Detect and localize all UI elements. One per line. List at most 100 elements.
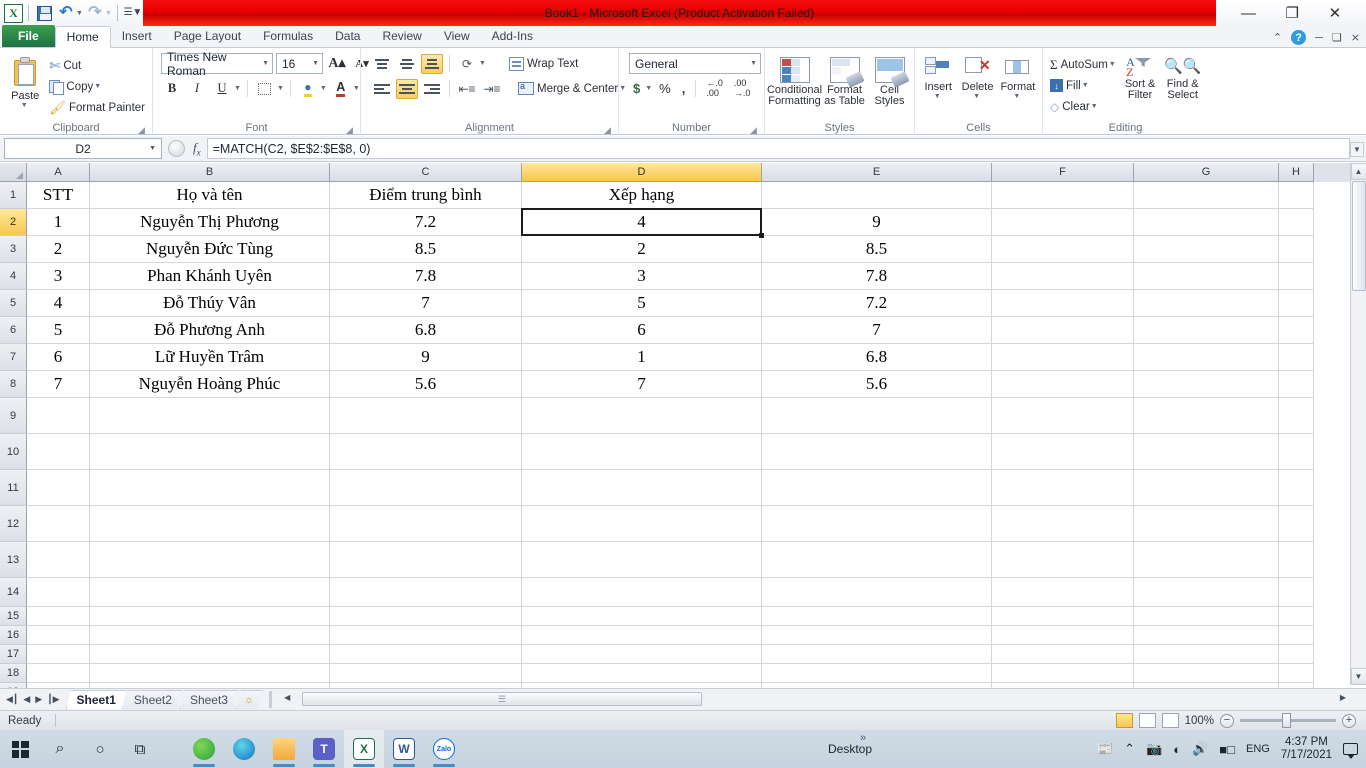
row-header-4[interactable]: 4: [0, 263, 27, 290]
bold-button[interactable]: B: [161, 78, 183, 99]
cell-B16[interactable]: [90, 626, 330, 645]
cell-H12[interactable]: [1279, 506, 1314, 542]
tab-home[interactable]: Home: [54, 26, 111, 48]
font-dialog-launcher[interactable]: ◢: [345, 126, 354, 135]
cell-E9[interactable]: [762, 398, 992, 434]
cell-E13[interactable]: [762, 542, 992, 578]
clear-button[interactable]: ◇ Clear ▼: [1047, 96, 1119, 117]
cell-D9[interactable]: [522, 398, 762, 434]
insert-worksheet-button[interactable]: ☼: [235, 690, 263, 710]
insert-function-icon[interactable]: fx: [193, 140, 201, 158]
cell-A2[interactable]: 1: [27, 209, 90, 236]
zoom-slider[interactable]: [1240, 713, 1336, 728]
column-header-g[interactable]: G: [1134, 163, 1279, 182]
undo-icon[interactable]: ↶: [56, 3, 76, 23]
vertical-scroll-thumb[interactable]: [1351, 181, 1366, 291]
cell-H6[interactable]: [1279, 317, 1314, 344]
cell-B11[interactable]: [90, 470, 330, 506]
cell-E3[interactable]: 8.5: [762, 236, 992, 263]
cell-C16[interactable]: [330, 626, 522, 645]
cell-C17[interactable]: [330, 645, 522, 664]
chevron-down-icon[interactable]: ▼: [149, 145, 156, 152]
cell-D10[interactable]: [522, 434, 762, 470]
cell-C15[interactable]: [330, 607, 522, 626]
copy-button[interactable]: Copy ▼: [46, 76, 148, 97]
cell-H9[interactable]: [1279, 398, 1314, 434]
undo-dropdown-icon[interactable]: ▼: [76, 10, 83, 17]
cell-C10[interactable]: [330, 434, 522, 470]
cell-G2[interactable]: [1134, 209, 1279, 236]
cell-D5[interactable]: 5: [522, 290, 762, 317]
insert-cells-button[interactable]: Insert ▼: [919, 55, 957, 100]
insert-dropdown-icon[interactable]: ▼: [934, 93, 941, 100]
tab-review[interactable]: Review: [371, 25, 432, 47]
cell-B14[interactable]: [90, 578, 330, 607]
taskbar-app-file-explorer[interactable]: [264, 730, 304, 768]
cell-F14[interactable]: [992, 578, 1134, 607]
redo-dropdown-icon[interactable]: ▼: [105, 10, 112, 17]
cell-B13[interactable]: [90, 542, 330, 578]
cell-F15[interactable]: [992, 607, 1134, 626]
scroll-down-button[interactable]: ▼: [1350, 668, 1366, 685]
cell-G15[interactable]: [1134, 607, 1279, 626]
cell-D17[interactable]: [522, 645, 762, 664]
cell-G7[interactable]: [1134, 344, 1279, 371]
news-icon[interactable]: 📰: [1097, 741, 1113, 757]
cell-F7[interactable]: [992, 344, 1134, 371]
cell-B2[interactable]: Nguyễn Thị Phương: [90, 209, 330, 236]
cell-styles-button[interactable]: Cell Styles: [870, 55, 910, 107]
cell-A15[interactable]: [27, 607, 90, 626]
delete-cells-button[interactable]: ✕ Delete ▼: [957, 55, 997, 100]
restore-button[interactable]: ❐: [1285, 4, 1298, 22]
sheet-tab-sheet3[interactable]: Sheet3: [179, 690, 239, 710]
increase-decimal-button[interactable]: ←.0.00: [702, 78, 727, 98]
conditional-formatting-button[interactable]: Conditional Formatting: [767, 55, 822, 107]
cell-F11[interactable]: [992, 470, 1134, 506]
font-size-combo[interactable]: 16 ▼: [276, 53, 323, 74]
cell-D6[interactable]: 6: [522, 317, 762, 344]
sheet-tab-sheet1[interactable]: Sheet1: [66, 690, 127, 710]
cell-B6[interactable]: Đỗ Phương Anh: [90, 317, 330, 344]
cell-C4[interactable]: 7.8: [330, 263, 522, 290]
align-middle-button[interactable]: [396, 54, 418, 74]
borders-dropdown-icon[interactable]: ▼: [277, 85, 284, 92]
row-header-15[interactable]: 15: [0, 607, 27, 626]
font-color-dropdown-icon[interactable]: ▼: [353, 85, 360, 92]
cell-D2[interactable]: 4: [522, 209, 762, 236]
workbook-close-icon[interactable]: ⨯: [1351, 31, 1360, 44]
cell-E8[interactable]: 5.6: [762, 371, 992, 398]
align-center-button[interactable]: [396, 78, 418, 99]
cell-A9[interactable]: [27, 398, 90, 434]
tab-add-ins[interactable]: Add-Ins: [481, 25, 544, 47]
hscroll-right-button[interactable]: ▶: [1340, 693, 1346, 702]
number-format-combo[interactable]: General ▼: [629, 53, 761, 74]
first-sheet-button[interactable]: ◀┃: [6, 694, 18, 705]
row-header-16[interactable]: 16: [0, 626, 27, 645]
increase-indent-button[interactable]: ⇥≡: [481, 78, 503, 99]
underline-button[interactable]: U: [211, 78, 233, 99]
taskbar-app-zalo[interactable]: Zalo: [424, 730, 464, 768]
tab-formulas[interactable]: Formulas: [252, 25, 324, 47]
currency-dropdown-icon[interactable]: ▼: [645, 85, 652, 92]
vertical-scrollbar[interactable]: ▲ ▼: [1350, 163, 1366, 685]
row-header-3[interactable]: 3: [0, 236, 27, 263]
row-header-2[interactable]: 2: [0, 209, 27, 236]
save-icon[interactable]: [34, 3, 54, 23]
cell-E11[interactable]: [762, 470, 992, 506]
cell-D7[interactable]: 1: [522, 344, 762, 371]
find-select-button[interactable]: 🔍🔍 Find & Select: [1161, 54, 1204, 101]
taskbar-app-excel[interactable]: X: [344, 730, 384, 768]
taskbar-app-edge[interactable]: [224, 730, 264, 768]
cut-button[interactable]: ✄ Cut: [46, 55, 148, 76]
horizontal-scroll-area[interactable]: ◀ ☰ ▶: [272, 691, 1366, 708]
cell-H14[interactable]: [1279, 578, 1314, 607]
row-header-18[interactable]: 18: [0, 664, 27, 683]
cell-C11[interactable]: [330, 470, 522, 506]
increase-font-size-button[interactable]: A▴: [326, 53, 348, 74]
row-header-14[interactable]: 14: [0, 578, 27, 607]
cell-E18[interactable]: [762, 664, 992, 683]
name-box[interactable]: D2 ▼: [4, 138, 162, 159]
cell-B9[interactable]: [90, 398, 330, 434]
autosum-button[interactable]: Σ AutoSum ▼: [1047, 54, 1119, 75]
cell-E17[interactable]: [762, 645, 992, 664]
